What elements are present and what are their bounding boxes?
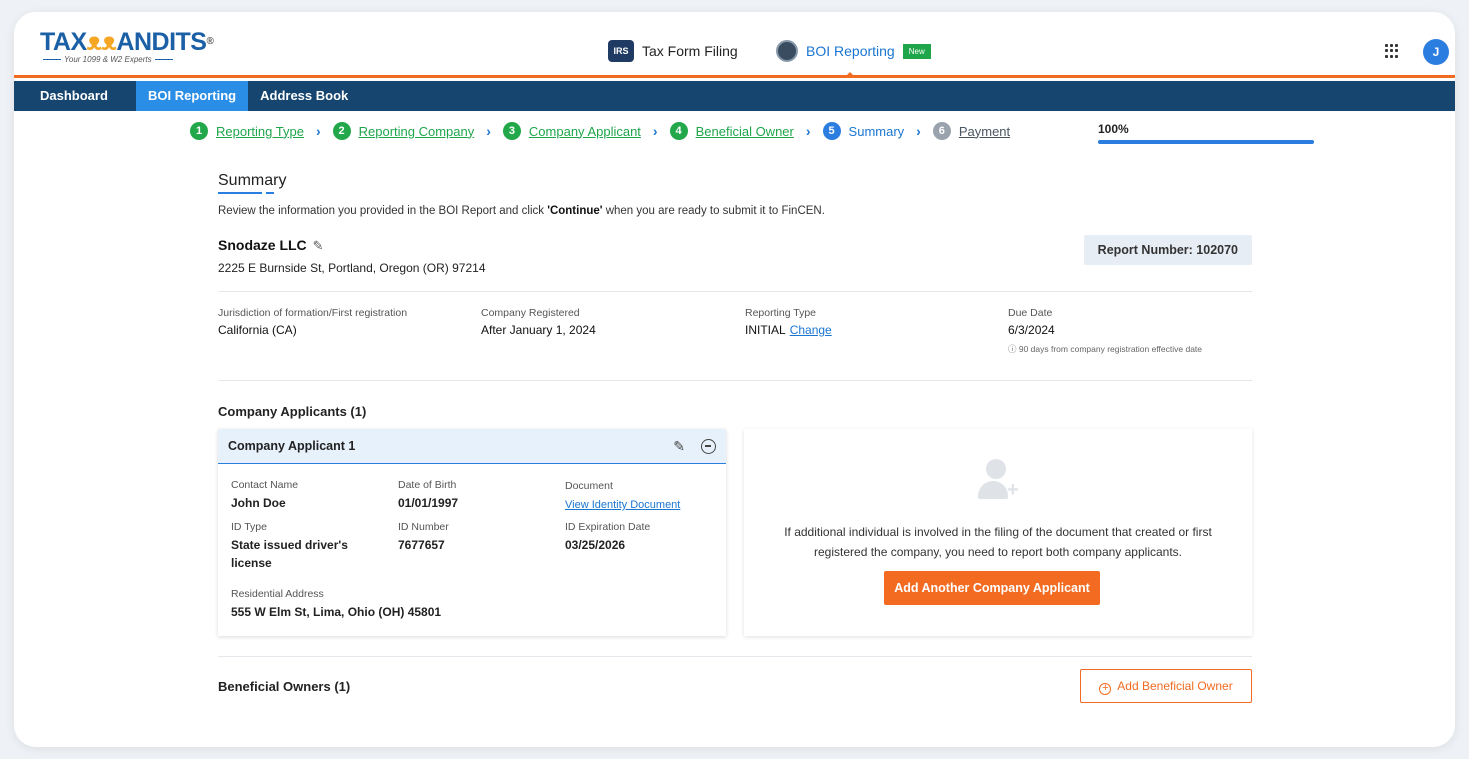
top-header: TAXᴥᴥANDITS® Your 1099 & W2 Experts IRS …	[14, 12, 1455, 78]
chevron-right-icon: ›	[916, 123, 921, 139]
report-number-badge: Report Number: 102070	[1083, 235, 1252, 265]
divider	[218, 656, 1252, 657]
circle-plus-icon: +	[1099, 683, 1112, 695]
add-another-company-applicant-button[interactable]: Add Another Company Applicant	[884, 571, 1100, 605]
nav-address-book[interactable]: Address Book	[248, 81, 360, 111]
main-nav: Dashboard BOI Reporting Address Book	[14, 81, 1455, 111]
title-underline-accent	[266, 192, 274, 194]
apps-grid-icon[interactable]	[1385, 44, 1399, 58]
change-link[interactable]: Change	[790, 323, 832, 337]
divider	[218, 380, 1252, 381]
company-applicant-card: Company Applicant 1 ✎ Contact Name John …	[218, 429, 726, 636]
title-underline	[218, 192, 262, 194]
step-company-applicant[interactable]: 3 Company Applicant	[502, 122, 641, 140]
review-instructions: Review the information you provided in t…	[218, 205, 825, 217]
add-applicant-card: + If additional individual is involved i…	[744, 429, 1252, 636]
owl-eyes-icon: ᴥᴥ	[86, 28, 117, 56]
progress-percent: 100%	[1098, 122, 1129, 136]
step-reporting-company[interactable]: 2 Reporting Company	[332, 122, 474, 140]
step-beneficial-owner[interactable]: 4 Beneficial Owner	[669, 122, 794, 140]
beneficial-owners-heading: Beneficial Owners (1)	[218, 679, 351, 694]
logo-tagline: Your 1099 & W2 Experts	[40, 55, 213, 64]
jurisdiction-field: Jurisdiction of formation/First registra…	[218, 307, 408, 337]
chevron-right-icon: ›	[486, 123, 491, 139]
nav-dashboard[interactable]: Dashboard	[14, 81, 136, 111]
document-field: Document View Identity Document	[565, 480, 681, 511]
add-person-icon: +	[976, 459, 1024, 509]
new-badge: New	[902, 43, 931, 59]
fincen-seal-icon	[776, 40, 798, 62]
step-summary: 5 Summary	[822, 122, 904, 140]
dob-field: Date of Birth 01/01/1997	[398, 479, 459, 510]
edit-pencil-icon[interactable]: ✎	[313, 238, 324, 254]
id-type-field: ID Type State issued driver's license	[231, 521, 348, 570]
due-date-note: ⓘ 90 days from company registration effe…	[1008, 344, 1203, 354]
progress-stepper: 1 Reporting Type › 2 Reporting Company › 3…	[190, 122, 1010, 140]
tax-form-filing-link[interactable]: IRS Tax Form Filing	[608, 40, 738, 62]
company-applicants-heading: Company Applicants (1)	[218, 404, 367, 419]
chevron-right-icon: ›	[652, 123, 658, 139]
applicant-card-header: Company Applicant 1 ✎	[218, 429, 726, 464]
divider	[218, 291, 1252, 292]
remove-circle-icon[interactable]	[701, 438, 716, 454]
taxbandits-logo[interactable]: TAXᴥᴥANDITS® Your 1099 & W2 Experts	[40, 28, 214, 65]
add-beneficial-owner-button[interactable]: + Add Beneficial Owner	[1080, 669, 1252, 703]
step-reporting-type[interactable]: 1 Reporting Type	[190, 122, 304, 140]
company-name: Snodaze LLC ✎	[218, 237, 324, 254]
id-number-field: ID Number 7677657	[398, 521, 449, 552]
id-expiration-field: ID Expiration Date 03/25/2026	[565, 521, 651, 552]
step-payment[interactable]: 6 Payment	[932, 122, 1010, 140]
app-window: TAXᴥᴥANDITS® Your 1099 & W2 Experts IRS …	[14, 12, 1455, 747]
progress-bar-fill	[1098, 140, 1314, 144]
page-title: Summary	[218, 172, 287, 189]
reporting-type-field: Reporting Type INITIAL Change	[745, 307, 832, 337]
contact-name-field: Contact Name John Doe	[231, 479, 299, 510]
user-avatar[interactable]: J	[1423, 39, 1449, 65]
company-registered-field: Company Registered After January 1, 2024	[481, 307, 596, 337]
boi-reporting-link[interactable]: BOI Reporting New	[776, 40, 931, 62]
residential-address-field: Residential Address 555 W Elm St, Lima, …	[231, 588, 442, 619]
chevron-right-icon: ›	[805, 123, 811, 139]
due-date-field: Due Date 6/3/2024 ⓘ 90 days from company…	[1008, 307, 1203, 354]
active-product-caret	[844, 72, 856, 78]
chevron-right-icon: ›	[315, 123, 321, 139]
irs-eagle-icon: IRS	[608, 40, 634, 62]
company-address: 2225 E Burnside St, Portland, Oregon (OR…	[218, 261, 486, 275]
edit-pencil-icon[interactable]: ✎	[673, 438, 685, 455]
view-identity-document-link[interactable]: View Identity Document	[565, 499, 680, 511]
nav-boi-reporting[interactable]: BOI Reporting	[136, 81, 249, 111]
add-applicant-info: If additional individual is involved in …	[784, 525, 1212, 559]
progress-bar	[1098, 140, 1314, 144]
